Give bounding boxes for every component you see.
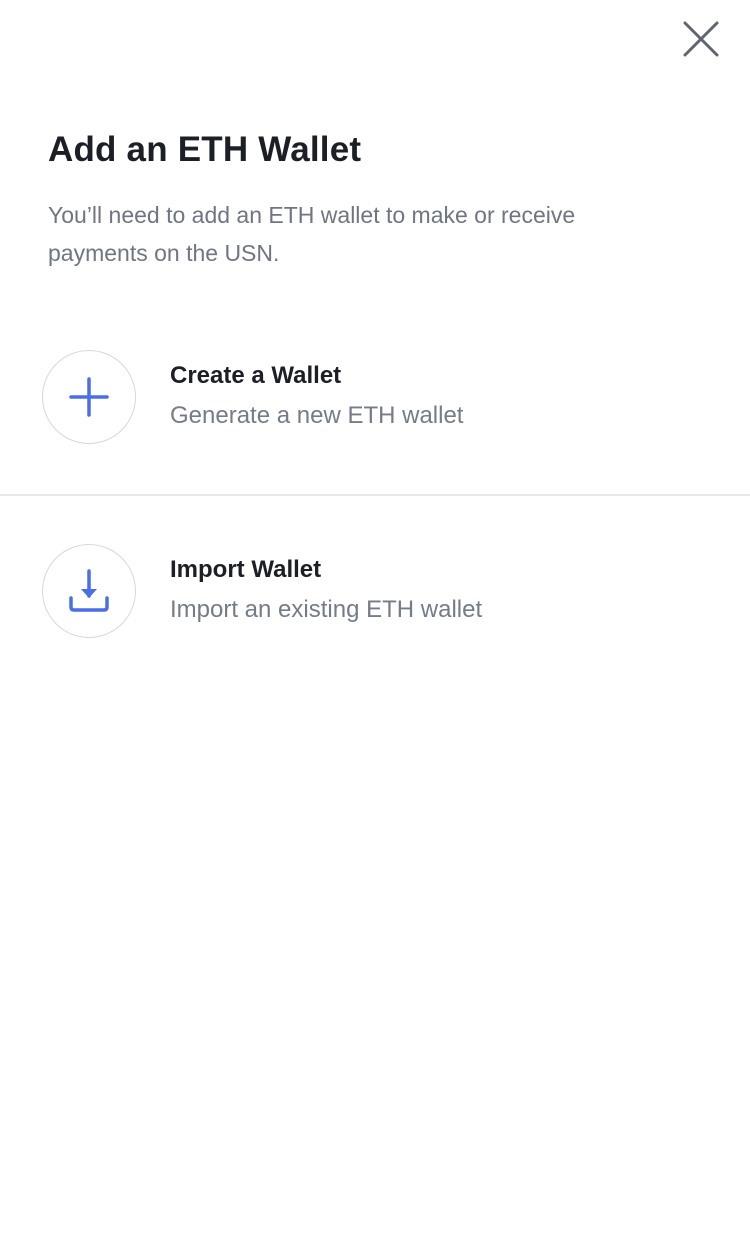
import-wallet-description: Import an existing ETH wallet (170, 596, 483, 623)
create-wallet-title: Create a Wallet (170, 362, 342, 389)
page-subtitle: You’ll need to add an ETH wallet to make… (48, 202, 576, 266)
create-wallet-description: Generate a new ETH wallet (170, 402, 464, 429)
import-wallet-title: Import Wallet (170, 556, 322, 583)
plus-icon (69, 377, 109, 417)
download-icon (69, 569, 109, 612)
import-wallet-option[interactable]: Import Wallet Import an existing ETH wal… (0, 532, 750, 652)
create-wallet-icon-circle (42, 350, 136, 444)
divider (0, 494, 750, 496)
import-wallet-icon-circle (42, 544, 136, 638)
page-title: Add an ETH Wallet (48, 130, 362, 169)
create-wallet-option[interactable]: Create a Wallet Generate a new ETH walle… (0, 338, 750, 458)
close-button[interactable] (676, 14, 726, 64)
close-icon (683, 21, 719, 57)
